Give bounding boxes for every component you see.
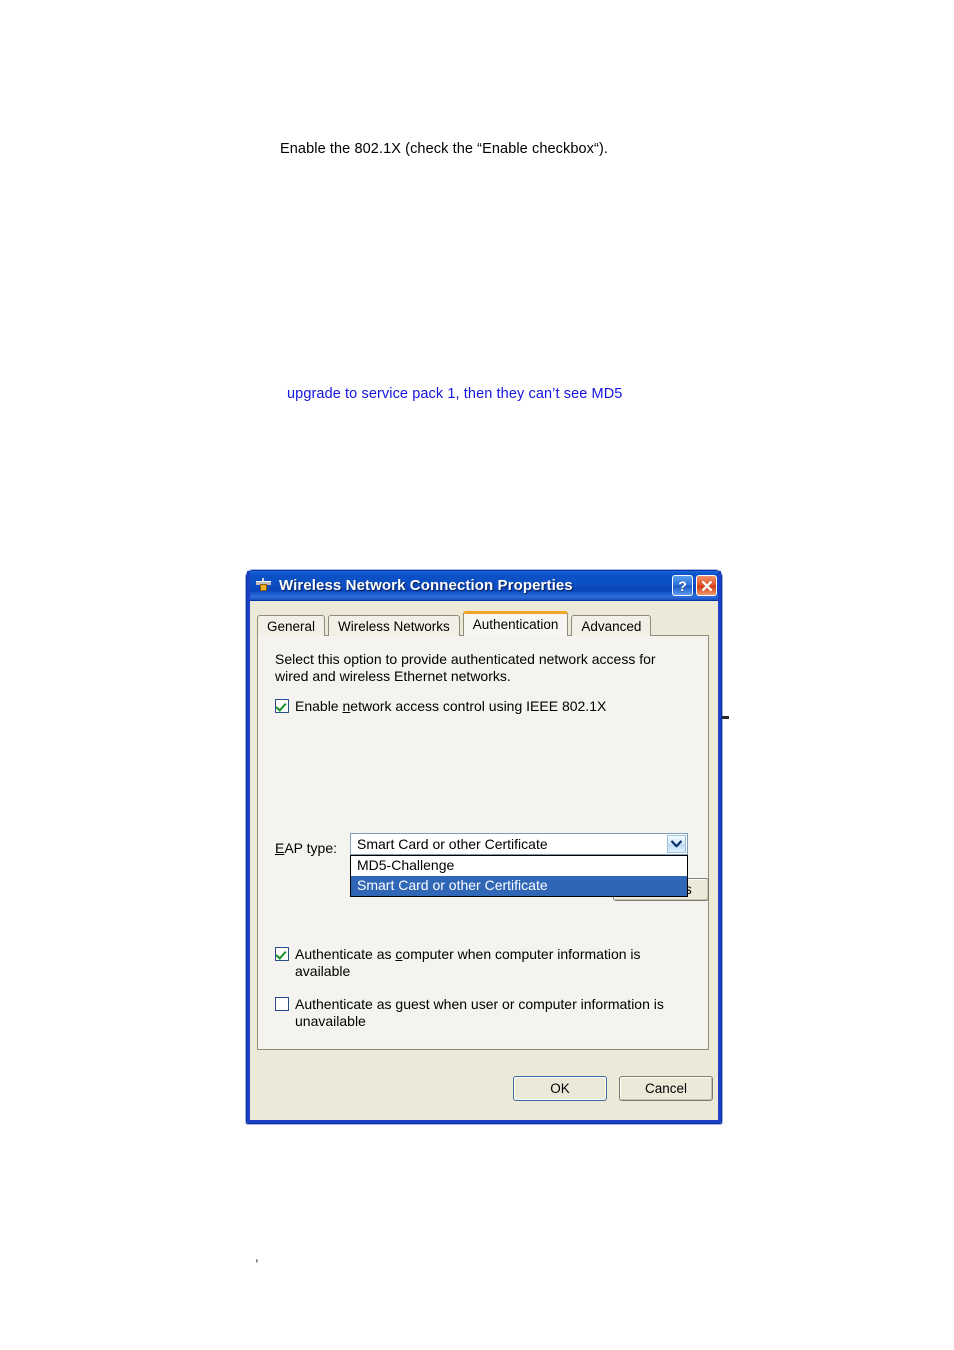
ok-button[interactable]: OK xyxy=(513,1076,607,1101)
panel-description: Select this option to provide authentica… xyxy=(275,651,656,684)
enable-8021x-checkbox[interactable] xyxy=(275,699,289,713)
tab-advanced[interactable]: Advanced xyxy=(571,615,652,636)
caption-button-group: ? xyxy=(672,575,717,596)
help-button[interactable]: ? xyxy=(672,575,693,596)
network-connection-icon xyxy=(255,577,272,594)
stray-tick-mark xyxy=(722,716,729,719)
dialog-title: Wireless Network Connection Properties xyxy=(279,577,573,594)
authentication-tab-panel: Select this option to provide authentica… xyxy=(257,635,709,1050)
authenticate-as-guest-label: Authenticate as guest when user or compu… xyxy=(295,996,664,1029)
dialog-titlebar: Wireless Network Connection Properties ? xyxy=(247,571,721,601)
wireless-network-connection-properties-dialog: Wireless Network Connection Properties ?… xyxy=(246,570,722,1124)
enable-8021x-checkbox-row[interactable]: Enable network access control using IEEE… xyxy=(275,698,685,715)
authenticate-as-guest-row[interactable]: Authenticate as guest when user or compu… xyxy=(275,996,670,1030)
authenticate-as-computer-row[interactable]: Authenticate as computer when computer i… xyxy=(275,946,695,980)
authenticate-as-guest-checkbox[interactable] xyxy=(275,997,289,1011)
eap-type-dropdown-list[interactable]: MD5-Challenge Smart Card or other Certif… xyxy=(350,855,688,897)
authenticate-as-computer-checkbox[interactable] xyxy=(275,947,289,961)
tab-strip: General Wireless Networks Authentication… xyxy=(257,611,709,636)
tab-general[interactable]: General xyxy=(257,615,326,636)
close-icon[interactable] xyxy=(696,575,717,596)
stray-punctuation-mark: , xyxy=(255,1249,259,1264)
instruction-text: Enable the 802.1X (check the “Enable che… xyxy=(280,141,609,157)
enable-8021x-label: Enable network access control using IEEE… xyxy=(295,698,607,714)
tab-authentication[interactable]: Authentication xyxy=(462,611,569,636)
note-text: upgrade to service pack 1, then they can… xyxy=(287,386,623,402)
tab-wireless-networks[interactable]: Wireless Networks xyxy=(328,615,460,636)
dropdown-option-smart-card[interactable]: Smart Card or other Certificate xyxy=(351,876,687,896)
dropdown-option-md5-challenge[interactable]: MD5-Challenge xyxy=(351,856,687,876)
authenticate-as-computer-label: Authenticate as computer when computer i… xyxy=(295,946,641,979)
eap-type-label: EAP type: xyxy=(275,840,338,856)
cancel-button[interactable]: Cancel xyxy=(619,1076,713,1101)
eap-type-selected-value: Smart Card or other Certificate xyxy=(357,836,548,852)
dialog-footer: OK Cancel xyxy=(247,1076,723,1106)
eap-type-combobox[interactable]: Smart Card or other Certificate xyxy=(350,833,688,855)
chevron-down-icon[interactable] xyxy=(667,835,686,853)
